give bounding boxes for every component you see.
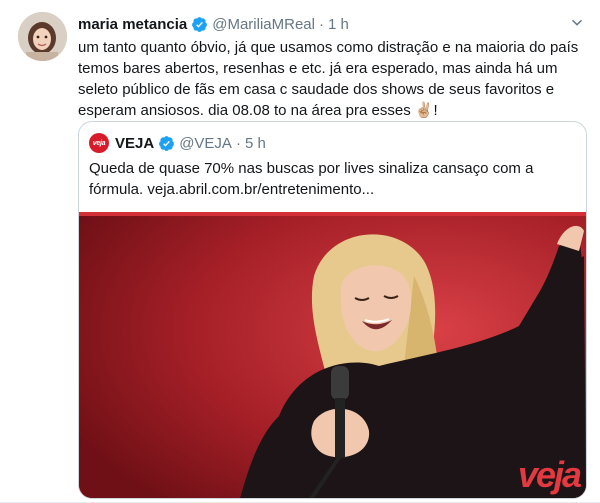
verified-badge-icon [158, 135, 175, 152]
author-name[interactable]: maria metancia [78, 16, 187, 33]
avatar[interactable] [18, 12, 67, 61]
author-handle[interactable]: @MariliaMReal [212, 16, 315, 33]
quote-tweet[interactable]: veja VEJA @VEJA · 5 h Queda de quase 70%… [78, 121, 587, 499]
verified-badge-icon [191, 16, 208, 33]
tweet-time[interactable]: 1 h [328, 16, 349, 33]
separator-dot: · [318, 15, 324, 33]
quote-author-handle[interactable]: @VEJA [179, 135, 232, 152]
veja-logo-text: veja [92, 139, 106, 147]
tweet: maria metancia @MariliaMReal · 1 h um ta… [0, 0, 600, 503]
avatar-photo-icon [18, 12, 67, 61]
separator-dot: · [235, 134, 241, 152]
tweet-text: um tanto quanto óbvio, já que usamos com… [78, 39, 583, 119]
quote-author-name[interactable]: VEJA [115, 135, 154, 152]
veja-watermark: veja [517, 454, 582, 495]
chevron-down-icon[interactable] [568, 14, 586, 32]
veja-logo-icon[interactable]: veja [89, 133, 109, 153]
quote-time[interactable]: 5 h [245, 135, 266, 152]
quote-text: Queda de quase 70% nas buscas por lives … [89, 160, 534, 198]
quote-image[interactable]: veja [79, 212, 586, 498]
tweet-header: maria metancia @MariliaMReal · 1 h [78, 14, 588, 34]
singer-photo-illustration [79, 216, 586, 498]
quote-header: veja VEJA @VEJA · 5 h [89, 132, 266, 154]
